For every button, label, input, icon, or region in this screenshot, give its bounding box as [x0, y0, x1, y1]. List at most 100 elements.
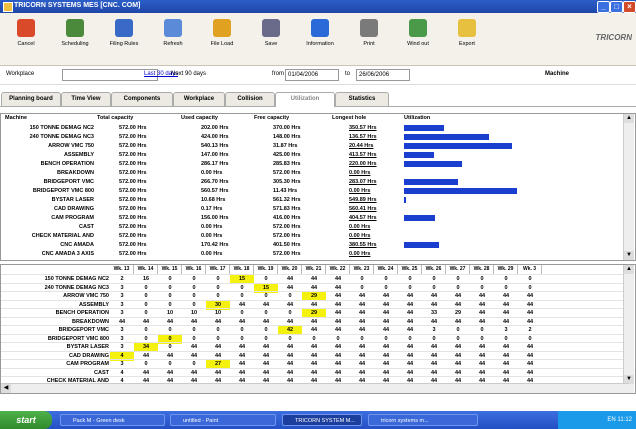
used-capacity: 10.68 Hrs	[201, 197, 226, 203]
utilization-table: Machine Total capacity Used capacity Free c…	[0, 113, 636, 261]
table-row[interactable]: ASSEMBLY 572.00 Hrs 147.00 Hrs 425.00 Hrs 41…	[1, 151, 621, 159]
lower-vertical-scrollbar[interactable]: ▲ ▼	[623, 265, 634, 393]
used-capacity: 0.00 Hrs	[201, 170, 223, 176]
table-row[interactable]: CAST 572.00 Hrs 0.00 Hrs 572.00 Hrs 0.00 Hrs	[1, 223, 621, 231]
utilization-bar	[404, 125, 444, 131]
total-capacity: 572.00 Hrs	[119, 233, 147, 239]
total-capacity: 572.00 Hrs	[119, 242, 147, 248]
taskbar-item[interactable]: TRICORN SYSTEM M...	[282, 414, 362, 426]
used-capacity: 156.00 Hrs	[201, 215, 229, 221]
machine-label: Machine	[545, 71, 570, 77]
scroll-left-icon[interactable]: ◀	[1, 384, 11, 393]
used-capacity: 0.00 Hrs	[201, 233, 223, 239]
utilization-bar	[404, 152, 434, 158]
table-row[interactable]: BYSTAR LASER 572.00 Hrs 10.68 Hrs 561.32 Hr…	[1, 196, 621, 204]
from-date-field[interactable]: 01/04/2006	[285, 69, 339, 81]
cancel-icon	[17, 19, 35, 37]
taskbar-item[interactable]: untitled - Paint	[170, 414, 276, 426]
machine-name: 240 TONNE DEMAG NC3	[29, 134, 94, 140]
machine-name: CAST	[79, 224, 94, 230]
longest-hole: 20.44 Hrs	[349, 143, 374, 149]
refresh-icon	[164, 19, 182, 37]
free-capacity: 571.83 Hrs	[273, 206, 301, 212]
machine-name: CAD DRAWING	[53, 206, 94, 212]
week-header: Wk. 23	[350, 265, 374, 274]
table-row[interactable]: 150 TONNE DEMAG NC2 572.00 Hrs 202.00 Hrs 3…	[1, 124, 621, 132]
table-row[interactable]: BENCH OPERATION 572.00 Hrs 286.17 Hrs 285.8…	[1, 160, 621, 168]
table-row[interactable]: CNC AMADA 572.00 Hrs 170.42 Hrs 401.50 Hrs 3…	[1, 241, 621, 249]
start-button[interactable]: start	[0, 411, 52, 429]
weekly-grid: Wk. 13 Wk. 14 Wk. 15 Wk. 16 Wk. 17 Wk. 18 Wk. …	[0, 264, 636, 394]
workplace-label: Workplace	[6, 71, 35, 77]
utilization-bar	[404, 161, 462, 167]
cancel-button[interactable]: Cancel	[6, 16, 46, 62]
to-date-field[interactable]: 26/06/2006	[356, 69, 410, 81]
taskbar: start Pack M - Green desk untitled - Pain…	[0, 411, 636, 429]
longest-hole: 0.00 Hrs	[349, 233, 371, 239]
wind-out-icon	[409, 19, 427, 37]
print-button[interactable]: Print	[349, 16, 389, 62]
toolbar-label: Print	[363, 41, 375, 47]
table-row[interactable]: BRIDGEPORT VMC 800 572.00 Hrs 560.57 Hrs 11…	[1, 187, 621, 195]
minimize-button[interactable]: _	[597, 1, 610, 13]
machine-name: CNC AMADA	[60, 242, 94, 248]
horizontal-scrollbar[interactable]: ◀	[1, 383, 629, 393]
upper-vertical-scrollbar[interactable]: ▲ ▼	[623, 114, 634, 260]
tab-statistics[interactable]: Statistics	[335, 92, 389, 106]
total-capacity: 572.00 Hrs	[119, 179, 147, 185]
scroll-up-icon[interactable]: ▲	[624, 114, 634, 123]
grid-scroll-up-icon[interactable]: ▲	[624, 265, 634, 274]
tab-planning-board[interactable]: Planning board	[1, 92, 61, 106]
file-load-button[interactable]: File Load	[202, 16, 242, 62]
table-row[interactable]: 240 TONNE DEMAG NC3 572.00 Hrs 424.00 Hrs 1…	[1, 133, 621, 141]
table-row[interactable]: ARROW VMC 750 572.00 Hrs 540.13 Hrs 31.87 H…	[1, 142, 621, 150]
total-capacity: 572.00 Hrs	[119, 161, 147, 167]
to-label: to	[345, 71, 351, 77]
machine-name: CNC AMADA 3 AXIS	[41, 251, 94, 257]
tab-workplace[interactable]: Workplace	[173, 92, 225, 106]
filing-rules-button[interactable]: Filing Rules	[104, 16, 144, 62]
table-row[interactable]: CAD DRAWING 572.00 Hrs 0.17 Hrs 571.83 Hrs 5…	[1, 205, 621, 213]
tab-bar: Planning board Time View Components Workpla…	[0, 92, 636, 107]
tab-components[interactable]: Components	[111, 92, 173, 106]
used-capacity: 560.57 Hrs	[201, 188, 229, 194]
information-icon	[311, 19, 329, 37]
longest-hole: 350.57 Hrs	[349, 125, 377, 131]
table-row[interactable]: BRIDGEPORT VMC 572.00 Hrs 266.70 Hrs 305.30…	[1, 178, 621, 186]
wind-out-button[interactable]: Wind out	[398, 16, 438, 62]
information-button[interactable]: Information	[300, 16, 340, 62]
table-row[interactable]: CNC AMADA 3 AXIS 572.00 Hrs 0.00 Hrs 572.00…	[1, 250, 621, 258]
utilization-bar	[404, 197, 406, 203]
export-button[interactable]: Export	[447, 16, 487, 62]
scroll-down-icon[interactable]: ▼	[624, 251, 634, 260]
tab-utilization[interactable]: Utilization	[275, 92, 335, 107]
close-button[interactable]: ×	[623, 1, 636, 13]
tab-collision[interactable]: Collision	[225, 92, 275, 106]
maximize-button[interactable]: □	[610, 1, 623, 13]
taskbar-item[interactable]: Pack M - Green desk	[60, 414, 165, 426]
refresh-button[interactable]: Refresh	[153, 16, 193, 62]
table-row[interactable]: CAM PROGRAM 572.00 Hrs 156.00 Hrs 416.00 Hr…	[1, 214, 621, 222]
used-capacity: 147.00 Hrs	[201, 152, 229, 158]
scheduling-icon	[66, 19, 84, 37]
taskbar-item[interactable]: tricorn systems m...	[368, 414, 478, 426]
machine-name: BYSTAR LASER	[51, 197, 94, 203]
free-capacity: 425.00 Hrs	[273, 152, 301, 158]
used-capacity: 170.42 Hrs	[201, 242, 229, 248]
table-row[interactable]: BREAKDOWN 572.00 Hrs 0.00 Hrs 572.00 Hrs 0.0…	[1, 169, 621, 177]
table-row[interactable]: CHECK MATERIAL AND 572.00 Hrs 0.00 Hrs 572.…	[1, 232, 621, 240]
week-header: Wk. 26	[422, 265, 446, 274]
scheduling-button[interactable]: Scheduling	[55, 16, 95, 62]
week-header: Wk. 3	[518, 265, 542, 274]
longest-hole: 404.57 Hrs	[349, 215, 377, 221]
tab-time-view[interactable]: Time View	[61, 92, 111, 106]
used-capacity: 0.00 Hrs	[201, 224, 223, 230]
save-button[interactable]: Save	[251, 16, 291, 62]
machine-name: CHECK MATERIAL AND	[31, 233, 94, 239]
toolbar-label: Save	[264, 41, 278, 47]
free-capacity: 285.83 Hrs	[273, 161, 301, 167]
used-capacity: 202.00 Hrs	[201, 125, 229, 131]
used-capacity: 0.17 Hrs	[201, 206, 223, 212]
toolbar-label: Wind out	[407, 41, 429, 47]
toolbar-label: Scheduling	[61, 41, 89, 47]
